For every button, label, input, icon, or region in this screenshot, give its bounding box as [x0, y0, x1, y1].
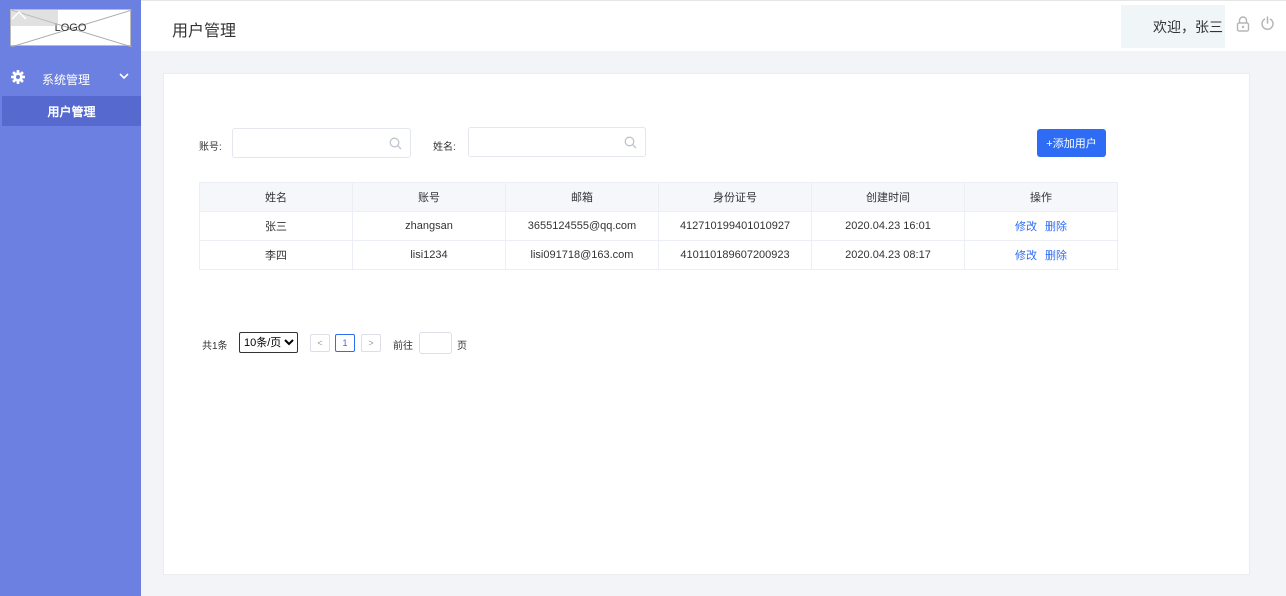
name-search-box	[468, 127, 646, 157]
column-header-name: 姓名	[199, 182, 353, 212]
search-icon[interactable]	[389, 137, 402, 150]
cell-id-number: 410110189607200923	[658, 240, 812, 270]
table-row: 李四 lisi1234 lisi091718@163.com 410110189…	[199, 240, 1118, 270]
chevron-down-icon	[119, 73, 129, 80]
prev-page-button[interactable]: <	[310, 334, 330, 352]
delete-link[interactable]: 删除	[1045, 250, 1067, 262]
cell-email: 3655124555@qq.com	[505, 211, 659, 241]
user-table: 姓名 账号 邮箱 身份证号 创建时间 操作 张三 zhangsan 365512…	[199, 182, 1118, 270]
cell-actions: 修改 删除	[964, 211, 1118, 241]
column-header-email: 邮箱	[505, 182, 659, 212]
edit-link[interactable]: 修改	[1015, 250, 1037, 262]
delete-link[interactable]: 删除	[1045, 221, 1067, 233]
sidebar-group-label: 系统管理	[42, 73, 91, 87]
cell-email: lisi091718@163.com	[505, 240, 659, 270]
cell-account: lisi1234	[352, 240, 506, 270]
cell-name: 张三	[199, 211, 353, 241]
cell-created: 2020.04.23 08:17	[811, 240, 965, 270]
search-icon[interactable]	[624, 136, 637, 149]
power-icon[interactable]	[1260, 16, 1275, 31]
page-size-select[interactable]: 10条/页	[239, 332, 298, 353]
add-user-button[interactable]: +添加用户	[1037, 129, 1106, 157]
table-row: 张三 zhangsan 3655124555@qq.com 4127101994…	[199, 211, 1118, 241]
next-page-button[interactable]: >	[361, 334, 381, 352]
table-header-row: 姓名 账号 邮箱 身份证号 创建时间 操作	[199, 182, 1118, 212]
column-header-id-number: 身份证号	[658, 182, 812, 212]
welcome-text: 欢迎，张三	[1121, 5, 1225, 48]
goto-label: 前往	[393, 341, 413, 352]
cell-created: 2020.04.23 16:01	[811, 211, 965, 241]
sidebar-group-system[interactable]: 系统管理	[0, 62, 141, 92]
home-icon[interactable]	[11, 10, 58, 26]
edit-link[interactable]: 修改	[1015, 221, 1037, 233]
column-header-created: 创建时间	[811, 182, 965, 212]
name-label: 姓名:	[433, 142, 456, 153]
account-search-input[interactable]	[233, 129, 410, 157]
cell-name: 李四	[199, 240, 353, 270]
top-header: 用户管理 欢迎，张三	[141, 0, 1286, 51]
column-header-actions: 操作	[964, 182, 1118, 212]
column-header-account: 账号	[352, 182, 506, 212]
sidebar-item-user-management[interactable]: 用户管理	[2, 96, 141, 126]
total-count: 共1条	[202, 341, 228, 352]
gear-icon	[11, 70, 25, 84]
cell-account: zhangsan	[352, 211, 506, 241]
sidebar: LOGO 系统管理 用户管理	[0, 0, 141, 596]
goto-suffix: 页	[457, 341, 467, 352]
logo: LOGO	[10, 9, 132, 47]
lock-icon[interactable]	[1236, 16, 1250, 32]
account-label: 账号:	[199, 142, 222, 153]
account-search-box	[232, 128, 411, 158]
content-card: 账号: 姓名: +添加用户 姓名 账号 邮箱 身份证号 创建时间 操作 张三 z…	[163, 73, 1250, 575]
cell-actions: 修改 删除	[964, 240, 1118, 270]
page-number-button[interactable]: 1	[335, 334, 355, 352]
cell-id-number: 412710199401010927	[658, 211, 812, 241]
page-title: 用户管理	[172, 23, 237, 40]
goto-page-input[interactable]	[419, 332, 452, 354]
name-search-input[interactable]	[469, 128, 645, 156]
